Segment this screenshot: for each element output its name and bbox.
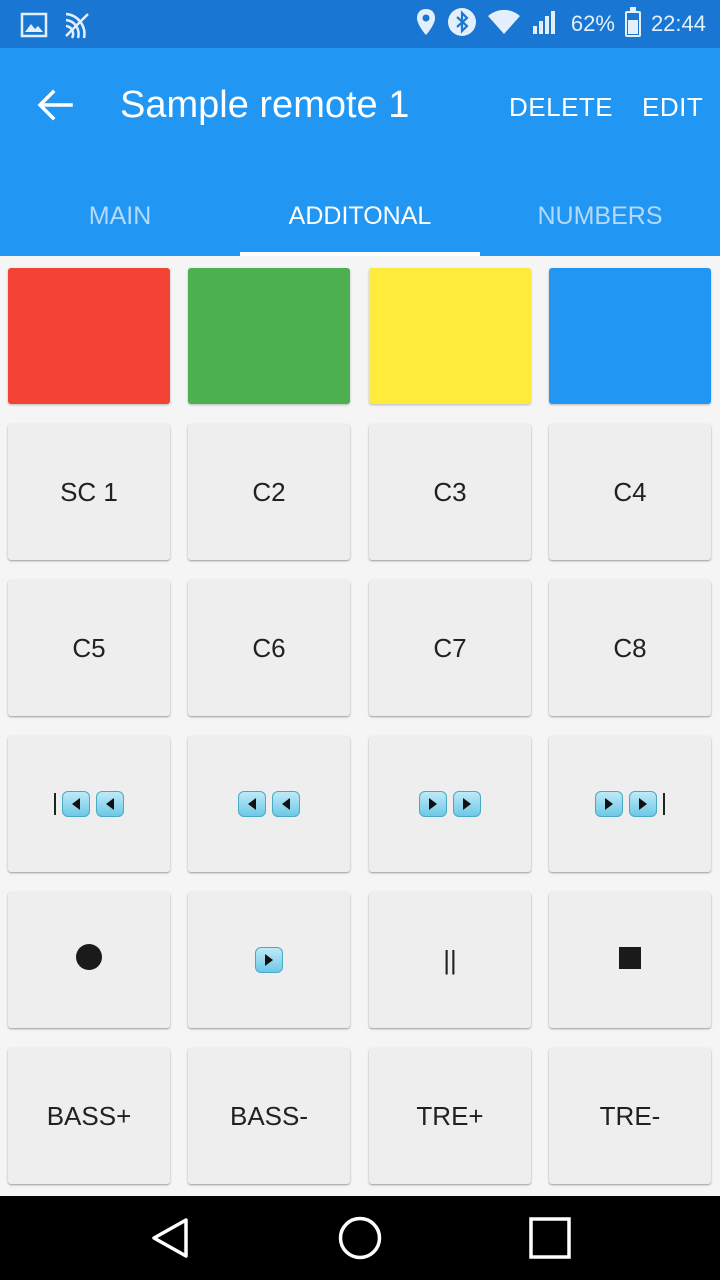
- delete-button[interactable]: DELETE: [509, 92, 613, 123]
- clock: 22:44: [650, 11, 706, 36]
- home-nav-icon[interactable]: [336, 1214, 384, 1262]
- blue-button[interactable]: [549, 268, 711, 404]
- battery-percent: 62%: [570, 11, 615, 36]
- wifi-icon: [487, 8, 521, 41]
- skip-next-icon: [595, 791, 665, 817]
- status-bar: 62% 22:44: [0, 0, 720, 48]
- skip-previous-icon: [54, 791, 124, 817]
- c3-button[interactable]: C3: [369, 424, 531, 560]
- play-button[interactable]: [188, 892, 350, 1028]
- bass-down-button[interactable]: BASS-: [188, 1048, 350, 1184]
- rewind-button[interactable]: [188, 736, 350, 872]
- tab-main[interactable]: MAIN: [0, 176, 240, 256]
- image-icon: [20, 12, 48, 43]
- edit-button[interactable]: EDIT: [642, 92, 703, 123]
- fast-forward-icon: [419, 791, 481, 817]
- record-button[interactable]: [8, 892, 170, 1028]
- treble-down-button[interactable]: TRE-: [549, 1048, 711, 1184]
- green-button[interactable]: [188, 268, 350, 404]
- fast-forward-button[interactable]: [369, 736, 531, 872]
- battery-level-fill: [627, 20, 638, 34]
- cast-icon: [62, 10, 94, 45]
- skip-previous-button[interactable]: [8, 736, 170, 872]
- stop-button[interactable]: [549, 892, 711, 1028]
- recents-nav-icon[interactable]: [526, 1214, 574, 1262]
- bluetooth-icon: [447, 7, 477, 42]
- c8-button[interactable]: C8: [549, 580, 711, 716]
- tab-numbers[interactable]: NUMBERS: [480, 176, 720, 256]
- skip-next-button[interactable]: [549, 736, 711, 872]
- c5-button[interactable]: C5: [8, 580, 170, 716]
- tab-bar: MAIN ADDITONAL NUMBERS: [0, 176, 720, 256]
- treble-up-button[interactable]: TRE+: [369, 1048, 531, 1184]
- bass-up-button[interactable]: BASS+: [8, 1048, 170, 1184]
- remote-button-grid: SC 1 C2 C3 C4 C5 C6 C7 C8 || BASS+ BASS-…: [0, 256, 720, 1196]
- pause-button[interactable]: ||: [369, 892, 531, 1028]
- c4-button[interactable]: C4: [549, 424, 711, 560]
- pause-icon: ||: [443, 944, 457, 975]
- battery-icon: [624, 7, 641, 37]
- location-icon: [415, 7, 437, 42]
- sc1-button[interactable]: SC 1: [8, 424, 170, 560]
- signal-icon: [531, 8, 561, 41]
- yellow-button[interactable]: [369, 268, 531, 404]
- rewind-icon: [238, 791, 300, 817]
- play-icon: [255, 947, 283, 973]
- app-bar: Sample remote 1 DELETE EDIT MAIN ADDITON…: [0, 48, 720, 256]
- system-nav-bar: [0, 1196, 720, 1280]
- c2-button[interactable]: C2: [188, 424, 350, 560]
- c7-button[interactable]: C7: [369, 580, 531, 716]
- page-title: Sample remote 1: [120, 84, 410, 126]
- red-button[interactable]: [8, 268, 170, 404]
- back-nav-icon[interactable]: [146, 1214, 194, 1262]
- record-icon: [75, 943, 103, 978]
- tab-additional[interactable]: ADDITONAL: [240, 176, 480, 256]
- back-arrow-icon[interactable]: [30, 80, 80, 130]
- stop-icon: [619, 945, 641, 976]
- c6-button[interactable]: C6: [188, 580, 350, 716]
